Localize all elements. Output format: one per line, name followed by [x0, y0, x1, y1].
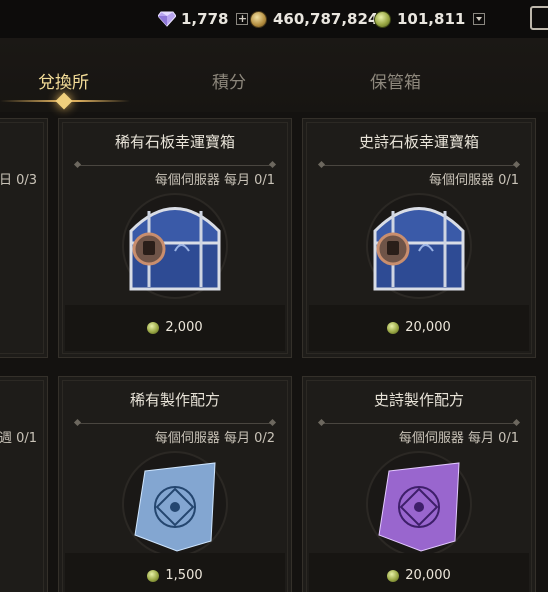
shop-item-rare-chest[interactable]: 稀有石板幸運寶箱 每個伺服器 每月 0/1 2,000 — [58, 118, 292, 358]
purchase-limit: 週 0/1 — [0, 431, 37, 446]
purchase-limit: 每個伺服器 每月 0/1 — [154, 173, 275, 188]
diamond-icon — [158, 11, 176, 27]
tab-storage[interactable]: 保管箱 — [370, 68, 421, 93]
price-bar: 20,000 — [309, 305, 529, 351]
token-amount: 101,811 — [397, 10, 466, 28]
divider — [321, 423, 517, 424]
shop-item-epic-recipe[interactable]: 史詩製作配方 每個伺服器 每月 0/1 20,000 — [302, 376, 536, 592]
divider — [77, 165, 273, 166]
item-title: 史詩石板幸運寶箱 — [358, 133, 479, 151]
price-bar: 20,000 — [309, 553, 529, 592]
partial-card-left-top[interactable]: 日 0/3 — [0, 118, 48, 358]
token-coin-icon — [147, 569, 160, 582]
item-title: 稀有製作配方 — [129, 391, 220, 409]
item-title: 史詩製作配方 — [373, 391, 464, 409]
diamond-currency: 1,778 + — [158, 9, 249, 29]
divider — [321, 165, 517, 166]
item-price: 20,000 — [405, 568, 451, 583]
divider — [77, 423, 273, 424]
item-title: 稀有石板幸運寶箱 — [114, 133, 235, 151]
purchase-limit: 每個伺服器 每月 0/1 — [398, 431, 519, 446]
purchase-limit: 每個伺服器 0/1 — [428, 173, 519, 188]
token-coin-icon — [387, 321, 400, 334]
token-currency: 101,811 — [374, 9, 486, 29]
purchase-limit: 日 0/3 — [0, 173, 37, 188]
price-bar: 2,000 — [65, 305, 285, 351]
tab-points[interactable]: 積分 — [212, 68, 246, 93]
token-coin-icon — [374, 10, 391, 28]
gold-amount: 460,787,824 — [273, 10, 379, 28]
rare-recipe-icon — [122, 451, 228, 557]
tab-exchange[interactable]: 兌換所 — [38, 68, 89, 93]
active-tab-gem-icon — [55, 92, 73, 110]
currency-dropdown-button[interactable] — [473, 13, 486, 25]
menu-icon[interactable] — [530, 6, 548, 30]
item-price: 1,500 — [165, 568, 203, 583]
add-diamond-button[interactable]: + — [236, 13, 249, 25]
epic-recipe-icon — [366, 451, 472, 557]
item-price: 20,000 — [405, 320, 451, 335]
token-coin-icon — [147, 321, 160, 334]
rare-chest-icon — [122, 193, 228, 299]
tab-bar: 兌換所 積分 保管箱 — [0, 38, 548, 112]
price-bar: 1,500 — [65, 553, 285, 592]
token-coin-icon — [387, 569, 400, 582]
shop-item-rare-recipe[interactable]: 稀有製作配方 每個伺服器 每月 0/2 1,500 — [58, 376, 292, 592]
epic-chest-icon — [366, 193, 472, 299]
partial-card-left-bottom[interactable]: 週 0/1 — [0, 376, 48, 592]
gold-coin-icon — [250, 10, 267, 28]
currency-bar: 1,778 + 460,787,824 101,811 — [0, 0, 548, 38]
diamond-amount: 1,778 — [181, 10, 229, 28]
gold-currency: 460,787,824 — [250, 9, 378, 29]
shop-item-epic-chest[interactable]: 史詩石板幸運寶箱 每個伺服器 0/1 20,000 — [302, 118, 536, 358]
item-price: 2,000 — [165, 320, 203, 335]
purchase-limit: 每個伺服器 每月 0/2 — [154, 431, 275, 446]
